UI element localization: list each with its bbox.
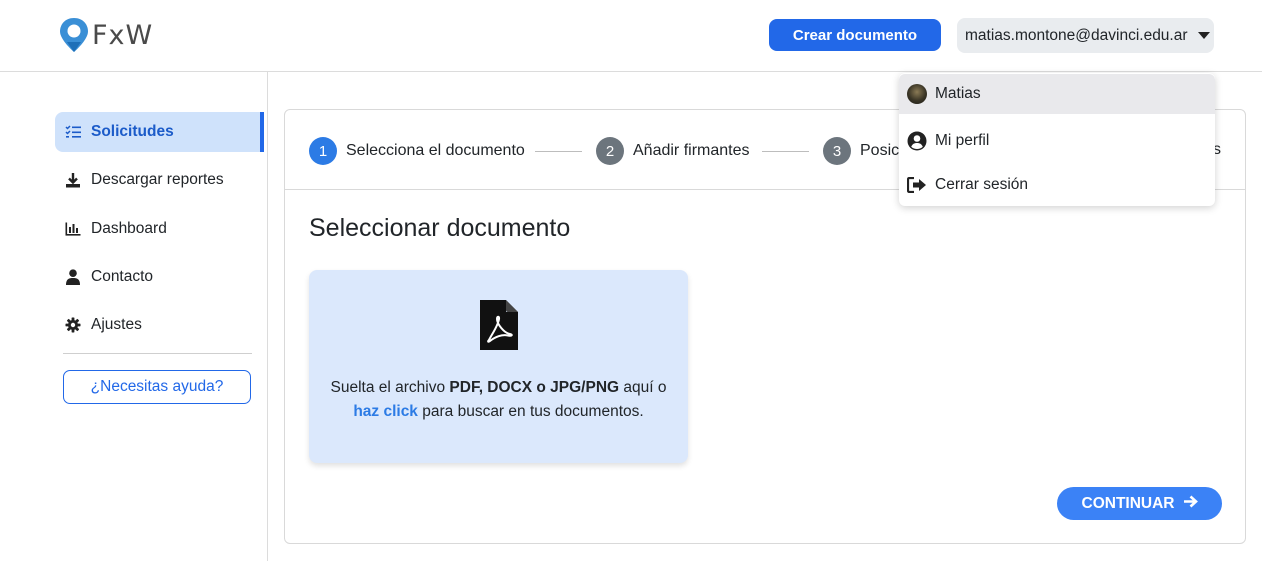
step-number: 1 [309, 137, 337, 165]
sign-out-icon [907, 175, 927, 195]
menu-item-profile-name[interactable]: Matias [899, 74, 1215, 114]
user-menu-toggle[interactable]: matias.montone@davinci.edu.ar [957, 18, 1214, 53]
dropzone-text-part: Suelta el archivo [330, 379, 450, 396]
list-check-icon [63, 123, 83, 141]
logo-text: FxW [92, 19, 154, 51]
sidebar-item-label: Descargar reportes [91, 171, 224, 188]
step-3[interactable]: 3 Posici [823, 137, 903, 165]
location-pin-icon [60, 18, 88, 52]
gear-icon [63, 316, 83, 334]
menu-item-mi-perfil[interactable]: Mi perfil [899, 121, 1215, 161]
step-label: Selecciona el documento [346, 142, 525, 159]
sidebar-item-contacto[interactable]: Contacto [55, 257, 264, 297]
step-number: 2 [596, 137, 624, 165]
step-label: Posici [860, 142, 903, 159]
sidebar-divider [63, 353, 252, 354]
chart-bar-icon [63, 220, 83, 238]
user-circle-icon [907, 131, 927, 151]
sidebar-item-label: Solicitudes [91, 123, 174, 140]
dropzone-text: Suelta el archivo PDF, DOCX o JPG/PNG aq… [309, 376, 688, 424]
continue-button[interactable]: CONTINUAR [1057, 487, 1222, 520]
user-dropdown-menu: Matias Mi perfil Cerrar sesión [899, 73, 1215, 206]
step-label: Añadir firmantes [633, 142, 750, 159]
menu-item-label: Cerrar sesión [935, 176, 1029, 193]
step-number: 3 [823, 137, 851, 165]
file-pdf-icon [480, 300, 518, 355]
download-icon [63, 171, 83, 189]
avatar [907, 84, 927, 104]
caret-down-icon [1197, 32, 1210, 39]
step-1[interactable]: 1 Selecciona el documento [309, 137, 525, 165]
arrow-right-icon [1183, 495, 1198, 513]
user-icon [63, 268, 83, 286]
menu-item-cerrar-sesion[interactable]: Cerrar sesión [899, 165, 1215, 205]
sidebar-item-label: Contacto [91, 268, 154, 285]
logo[interactable]: FxW [58, 16, 153, 54]
sidebar-item-ajustes[interactable]: Ajustes [55, 305, 264, 345]
continue-label: CONTINUAR [1081, 494, 1175, 512]
menu-item-label: Matias [935, 85, 981, 102]
top-header: FxW Crear documento matias.montone@davin… [0, 0, 1262, 72]
browse-files-link[interactable]: haz click [353, 403, 418, 420]
step-connector [762, 151, 809, 152]
page-title: Seleccionar documento [309, 214, 571, 242]
sidebar-item-label: Ajustes [91, 316, 142, 333]
file-dropzone[interactable]: Suelta el archivo PDF, DOCX o JPG/PNG aq… [309, 270, 688, 463]
create-document-button[interactable]: Crear documento [769, 19, 941, 51]
step-2[interactable]: 2 Añadir firmantes [596, 137, 750, 165]
menu-item-label: Mi perfil [935, 132, 990, 149]
step-connector [535, 151, 582, 152]
dropzone-text-part: para buscar en tus documentos. [417, 403, 644, 420]
dropzone-formats: PDF, DOCX o JPG/PNG [449, 379, 620, 396]
sidebar: Solicitudes Descargar reportes Dashboard… [0, 72, 268, 561]
sidebar-item-label: Dashboard [91, 220, 167, 237]
dropzone-text-part: aquí o [619, 379, 667, 396]
help-button[interactable]: ¿Necesitas ayuda? [63, 370, 251, 404]
user-email: matias.montone@davinci.edu.ar [965, 26, 1188, 44]
sidebar-item-descargar-reportes[interactable]: Descargar reportes [55, 160, 264, 200]
sidebar-item-solicitudes[interactable]: Solicitudes [55, 112, 264, 152]
sidebar-item-dashboard[interactable]: Dashboard [55, 209, 264, 249]
